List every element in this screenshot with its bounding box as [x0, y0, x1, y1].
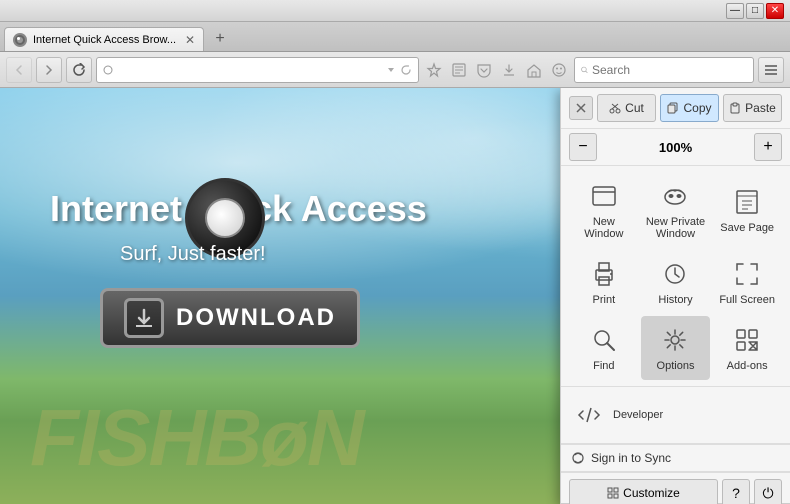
maximize-button[interactable]: □ [746, 3, 764, 19]
menu-item-developer[interactable]: Developer [569, 391, 782, 439]
search-input[interactable] [592, 63, 747, 77]
sync-icon [571, 451, 585, 465]
forward-button[interactable] [36, 57, 62, 83]
print-icon [588, 258, 620, 290]
menu-footer: Customize ? ⏻ [561, 472, 790, 504]
addons-label: Add-ons [727, 360, 768, 372]
menu-item-print[interactable]: Print [569, 250, 639, 314]
menu-item-options[interactable]: Options [641, 316, 711, 380]
options-label: Options [657, 360, 695, 372]
save-page-label: Save Page [720, 222, 774, 234]
download-icon[interactable] [498, 59, 520, 81]
menu-panel: Cut Copy Paste − 100% + New W [560, 88, 790, 504]
menu-close-button[interactable] [569, 96, 593, 120]
tab-title: Internet Quick Access Brow... [33, 34, 179, 46]
page-subtitle: Surf, Just faster! [120, 243, 266, 266]
fullscreen-icon [731, 258, 763, 290]
face-icon[interactable] [548, 59, 570, 81]
cut-label: Cut [625, 101, 644, 115]
scissors-icon [609, 102, 621, 114]
download-button[interactable]: DOWNLOAD [100, 288, 360, 348]
copy-icon [667, 102, 679, 114]
window-icon [588, 180, 620, 212]
tab-bar: Internet Quick Access Brow... ✕ + [0, 22, 790, 52]
help-button[interactable]: ? [722, 479, 750, 504]
quit-label: ⏻ [762, 485, 773, 502]
browser-tab[interactable]: Internet Quick Access Brow... ✕ [4, 27, 204, 51]
back-button[interactable] [6, 57, 32, 83]
developer-icon [573, 399, 605, 431]
zoom-out-button[interactable]: − [569, 133, 597, 161]
customize-label: Customize [623, 486, 680, 500]
new-tab-button[interactable]: + [208, 27, 232, 51]
menu-item-addons[interactable]: Add-ons [712, 316, 782, 380]
title-bar: — □ ✕ [0, 0, 790, 22]
location-bar-container[interactable] [96, 57, 419, 83]
download-arrow-icon [124, 298, 164, 338]
cut-button[interactable]: Cut [597, 94, 656, 122]
refresh-button[interactable] [66, 57, 92, 83]
paste-label: Paste [745, 101, 776, 115]
bookmark-star-icon[interactable] [423, 59, 445, 81]
location-icon [103, 65, 113, 75]
save-icon [731, 186, 763, 218]
history-label: History [658, 294, 692, 306]
copy-label: Copy [683, 101, 711, 115]
paste-icon [729, 102, 741, 114]
fullscreen-label: Full Screen [719, 294, 775, 306]
toolbar-icon-group [423, 59, 570, 81]
search-bar-container[interactable] [574, 57, 754, 83]
download-label: DOWNLOAD [176, 304, 336, 332]
tab-favicon [13, 33, 27, 47]
tab-close-button[interactable]: ✕ [185, 33, 195, 47]
quit-button[interactable]: ⏻ [754, 479, 782, 504]
location-input[interactable] [117, 63, 382, 77]
menu-item-save-page[interactable]: Save Page [712, 172, 782, 248]
reader-icon[interactable] [448, 59, 470, 81]
menu-button[interactable] [758, 57, 784, 83]
find-label: Find [593, 360, 614, 372]
window-controls: — □ ✕ [726, 3, 784, 19]
new-window-label: New Window [573, 216, 635, 240]
home-icon[interactable] [523, 59, 545, 81]
history-icon [659, 258, 691, 290]
clipboard-row: Cut Copy Paste [561, 88, 790, 129]
menu-item-fullscreen[interactable]: Full Screen [712, 250, 782, 314]
menu-item-private-window[interactable]: New Private Window [641, 172, 711, 248]
copy-button[interactable]: Copy [660, 94, 719, 122]
toolbar [0, 52, 790, 88]
signin-label: Sign in to Sync [591, 451, 671, 465]
watermark: FISHBøN [30, 392, 363, 484]
minimize-button[interactable]: — [726, 3, 744, 19]
paste-button[interactable]: Paste [723, 94, 782, 122]
zoom-value: 100% [601, 140, 750, 155]
menu-item-new-window[interactable]: New Window [569, 172, 639, 248]
signin-sync-button[interactable]: Sign in to Sync [561, 445, 790, 471]
refresh-small-icon [400, 64, 412, 76]
options-icon [659, 324, 691, 356]
print-label: Print [593, 294, 616, 306]
menu-grid: New Window New Private Window Save Page [561, 166, 790, 387]
content-area: FISHBøN Internet Quick Access Surf, Just… [0, 88, 790, 504]
zoom-row: − 100% + [561, 129, 790, 166]
developer-label: Developer [613, 409, 663, 421]
private-window-label: New Private Window [645, 216, 707, 240]
mask-icon [659, 180, 691, 212]
logo-inner [205, 198, 245, 238]
find-icon [588, 324, 620, 356]
menu-bottom: Sign in to Sync Customize ? ⏻ [561, 444, 790, 504]
zoom-in-button[interactable]: + [754, 133, 782, 161]
customize-icon [607, 487, 619, 499]
dropdown-icon [386, 65, 396, 75]
menu-item-find[interactable]: Find [569, 316, 639, 380]
pocket-icon[interactable] [473, 59, 495, 81]
addons-icon [731, 324, 763, 356]
search-icon [581, 64, 588, 76]
customize-button[interactable]: Customize [569, 479, 718, 504]
menu-item-history[interactable]: History [641, 250, 711, 314]
close-button[interactable]: ✕ [766, 3, 784, 19]
help-label: ? [732, 485, 740, 501]
